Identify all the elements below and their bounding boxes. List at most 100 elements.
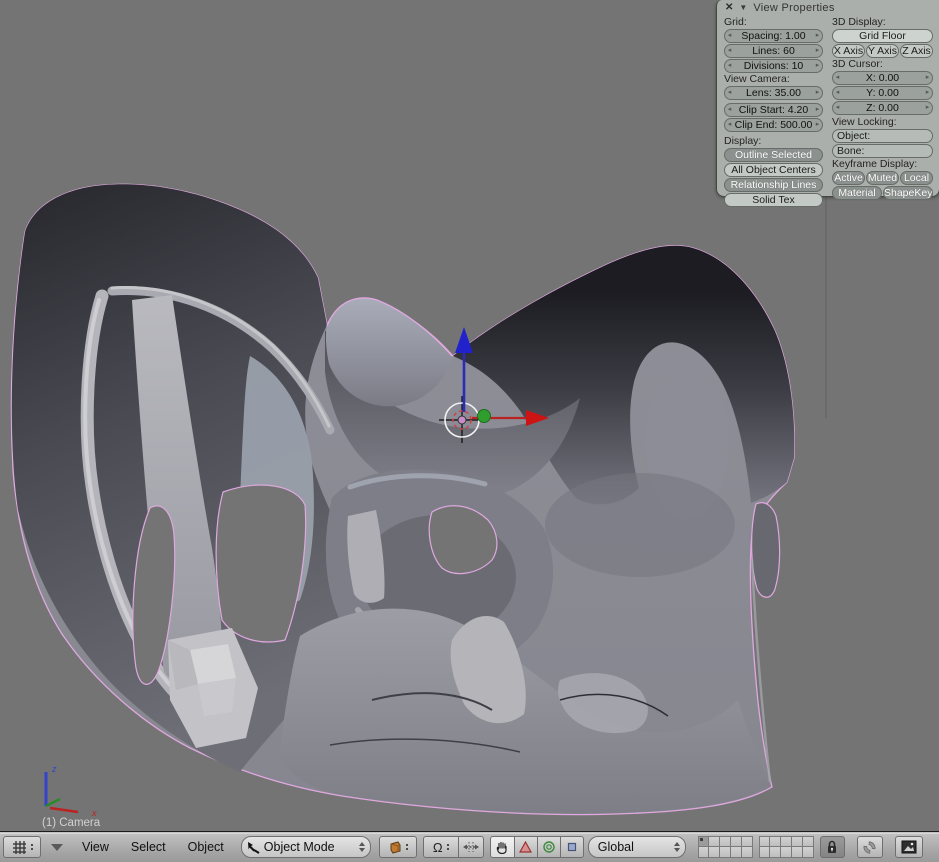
menu-object[interactable]: Object xyxy=(178,836,234,858)
slider-right-arrow-icon[interactable]: ▸ xyxy=(813,30,822,42)
slider-left-arrow-icon[interactable]: ◂ xyxy=(725,60,734,72)
view-locking-section-label: View Locking: xyxy=(832,117,933,128)
render-image-icon xyxy=(901,840,917,854)
slider-right-arrow-icon[interactable]: ▸ xyxy=(813,60,822,72)
slider-left-arrow-icon[interactable]: ◂ xyxy=(833,72,842,84)
snap-button[interactable] xyxy=(857,836,883,858)
lock-object-field[interactable]: Object: xyxy=(832,129,933,143)
toggle-keyframe-local[interactable]: Local xyxy=(900,171,933,185)
grid-spacing-slider[interactable]: ◂ Spacing: 1.00 ▸ xyxy=(724,29,823,43)
lock-layers-button[interactable] xyxy=(820,836,845,858)
dropdown-spinner-icon xyxy=(359,842,365,852)
right-finger-lobe xyxy=(752,503,780,598)
display-section-label: Display: xyxy=(724,136,823,147)
menu-view[interactable]: View xyxy=(72,836,119,858)
toggle-z-axis[interactable]: Z Axis xyxy=(900,44,933,58)
cursor-x-slider[interactable]: ◂ X: 0.00 ▸ xyxy=(832,71,933,85)
mode-dropdown[interactable]: Object Mode xyxy=(241,836,371,858)
hand-icon xyxy=(495,840,509,855)
slider-right-arrow-icon[interactable]: ▸ xyxy=(813,104,822,116)
draw-type-button[interactable] xyxy=(379,836,417,858)
rotate-manipulator-button[interactable] xyxy=(538,836,561,858)
slider-left-arrow-icon[interactable]: ◂ xyxy=(725,119,734,131)
magnet-icon xyxy=(862,840,877,855)
panel-header[interactable]: ✕ ▼ View Properties xyxy=(717,0,939,15)
translate-manipulator-button[interactable] xyxy=(515,836,538,858)
orientation-dropdown[interactable]: Global xyxy=(588,836,686,858)
rotate-icon xyxy=(542,840,556,854)
slider-right-arrow-icon[interactable]: ▸ xyxy=(923,72,932,84)
slider-left-arrow-icon[interactable]: ◂ xyxy=(833,87,842,99)
collapse-icon[interactable]: ▼ xyxy=(739,3,747,12)
grid-divisions-slider[interactable]: ◂ Divisions: 10 ▸ xyxy=(724,59,823,73)
mesh-hole-center xyxy=(216,485,306,642)
slider-right-arrow-icon[interactable]: ▸ xyxy=(813,119,822,131)
move-centers-icon xyxy=(463,841,479,853)
pivot-icon: Ω xyxy=(433,840,443,855)
slider-right-arrow-icon[interactable]: ▸ xyxy=(813,87,822,99)
pivot-point-button[interactable]: Ω xyxy=(423,836,459,858)
slider-right-arrow-icon[interactable]: ▸ xyxy=(813,45,822,57)
slider-left-arrow-icon[interactable]: ◂ xyxy=(833,102,842,114)
panel-title: View Properties xyxy=(753,2,834,14)
menu-select[interactable]: Select xyxy=(121,836,176,858)
slider-right-arrow-icon[interactable]: ▸ xyxy=(923,87,932,99)
lens-slider[interactable]: ◂ Lens: 35.00 ▸ xyxy=(724,86,823,100)
scale-icon xyxy=(566,841,578,853)
render-preview-button[interactable] xyxy=(895,836,923,858)
close-icon[interactable]: ✕ xyxy=(725,2,733,13)
layer-1-active[interactable] xyxy=(698,836,709,847)
toggle-keyframe-muted[interactable]: Muted xyxy=(866,171,899,185)
lock-icon xyxy=(826,840,838,854)
view-properties-panel[interactable]: ✕ ▼ View Properties Grid: ◂ Spacing: 1.0… xyxy=(716,0,939,197)
toggle-x-axis[interactable]: X Axis xyxy=(832,44,865,58)
toggle-grid-floor[interactable]: Grid Floor xyxy=(832,29,933,43)
keyframe-display-section-label: Keyframe Display: xyxy=(832,159,933,170)
blender-3d-view-window: { "panel": { "title": "View Properties",… xyxy=(0,0,939,862)
slider-left-arrow-icon[interactable]: ◂ xyxy=(725,30,734,42)
toggle-all-object-centers[interactable]: All Object Centers xyxy=(724,163,823,177)
3d-viewport[interactable]: z x (1) Camera ✕ ▼ View Properties Grid:… xyxy=(0,0,939,831)
3d-cursor-section-label: 3D Cursor: xyxy=(832,59,933,70)
dropdown-spinner-icon xyxy=(674,842,680,852)
move-centers-only-button[interactable] xyxy=(459,836,484,858)
3d-view-header: View Select Object Object Mode Ω xyxy=(0,831,939,862)
clip-start-slider[interactable]: ◂ Clip Start: 4.20 ▸ xyxy=(724,103,823,117)
scale-manipulator-button[interactable] xyxy=(561,836,584,858)
toggle-y-axis[interactable]: Y Axis xyxy=(866,44,899,58)
grid-section-label: Grid: xyxy=(724,17,823,28)
slider-right-arrow-icon[interactable]: ▸ xyxy=(923,102,932,114)
cursor-y-slider[interactable]: ◂ Y: 0.00 ▸ xyxy=(832,86,933,100)
slider-left-arrow-icon[interactable]: ◂ xyxy=(725,87,734,99)
editor-type-button[interactable] xyxy=(3,836,41,858)
toggle-outline-selected[interactable]: Outline Selected xyxy=(724,148,823,162)
axis-z-label: z xyxy=(51,764,57,774)
view-camera-section-label: View Camera: xyxy=(724,74,823,85)
dropdown-indicator-icon xyxy=(406,844,408,850)
clip-end-slider[interactable]: ◂ Clip End: 500.00 ▸ xyxy=(724,118,823,132)
grid-lines-slider[interactable]: ◂ Lines: 60 ▸ xyxy=(724,44,823,58)
slider-left-arrow-icon[interactable]: ◂ xyxy=(725,104,734,116)
object-center-dot xyxy=(458,416,466,424)
manipulator-toggle-button[interactable] xyxy=(490,836,515,858)
header-menu-collapse-icon[interactable] xyxy=(51,844,63,851)
cursor-z-slider[interactable]: ◂ Z: 0.00 ▸ xyxy=(832,101,933,115)
toggle-keyframe-shapekey[interactable]: ShapeKey xyxy=(883,186,933,200)
3d-display-section-label: 3D Display: xyxy=(832,17,933,28)
toggle-solid-tex[interactable]: Solid Tex xyxy=(724,193,823,207)
lock-bone-field[interactable]: Bone: xyxy=(832,144,933,158)
view-name-label: (1) Camera xyxy=(42,817,101,829)
toggle-relationship-lines[interactable]: Relationship Lines xyxy=(724,178,823,192)
shadow-under-horn xyxy=(545,473,735,577)
object-mode-icon xyxy=(247,841,260,854)
translate-icon xyxy=(519,841,532,853)
toggle-keyframe-material[interactable]: Material xyxy=(832,186,882,200)
layer-buttons-group-1[interactable] xyxy=(698,836,753,858)
dropdown-indicator-icon xyxy=(447,844,449,850)
grid-editor-icon xyxy=(12,840,27,855)
toggle-keyframe-active[interactable]: Active xyxy=(832,171,865,185)
slider-left-arrow-icon[interactable]: ◂ xyxy=(725,45,734,57)
layer-buttons-group-2[interactable] xyxy=(759,836,814,858)
dropdown-indicator-icon xyxy=(31,844,33,850)
y-axis-handle[interactable] xyxy=(478,410,491,423)
